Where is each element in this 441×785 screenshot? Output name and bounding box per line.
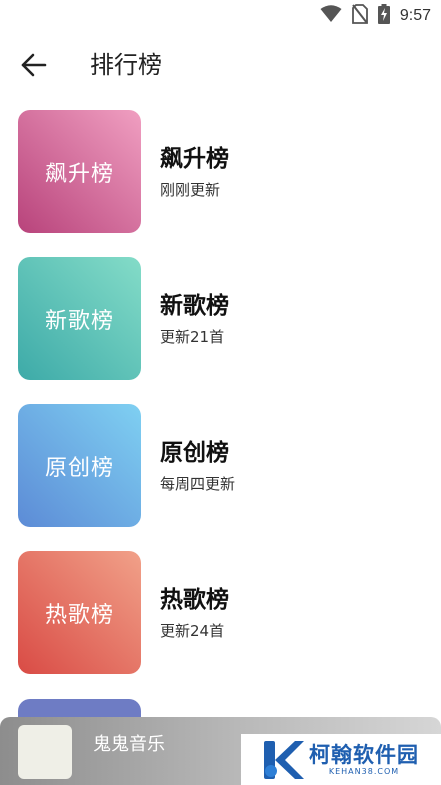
watermark-logo: 柯翰软件园 KEHAN38.COM xyxy=(241,734,441,785)
chart-cover[interactable]: 原创榜 xyxy=(18,404,141,527)
chart-title: 飙升榜 xyxy=(160,146,229,172)
chart-title: 热歌榜 xyxy=(160,587,229,613)
status-icons: 9:57 xyxy=(320,4,431,28)
chart-subtitle: 每周四更新 xyxy=(160,475,236,493)
chart-cover-label: 原创榜 xyxy=(44,455,114,481)
chart-cover-label: 热歌榜 xyxy=(44,602,114,628)
wifi-icon xyxy=(320,5,342,27)
k-logo-icon xyxy=(264,740,304,779)
chart-subtitle: 更新21首 xyxy=(160,328,225,346)
player-album-art[interactable] xyxy=(18,725,72,779)
chart-cover[interactable]: 飙升榜 xyxy=(18,110,141,233)
chart-item-text: 飙升榜 刚刚更新 xyxy=(160,144,229,200)
page-title: 排行榜 xyxy=(90,51,162,79)
chart-title: 原创榜 xyxy=(160,440,229,466)
chart-item-hot-songs[interactable]: 热歌榜 热歌榜 更新24首 xyxy=(0,551,441,698)
chart-cover-label: 新歌榜 xyxy=(44,308,114,334)
chart-subtitle: 刚刚更新 xyxy=(160,181,221,199)
watermark-domain: KEHAN38.COM xyxy=(328,767,400,776)
player-song-title: 鬼鬼音乐 xyxy=(93,734,165,755)
chart-cover[interactable]: 新歌榜 xyxy=(18,257,141,380)
arrow-left-icon xyxy=(21,53,47,77)
back-button[interactable] xyxy=(14,45,54,85)
chart-subtitle: 更新24首 xyxy=(160,622,225,640)
status-bar: 9:57 xyxy=(0,0,441,32)
chart-item-text: 原创榜 每周四更新 xyxy=(160,438,235,494)
watermark-text-group: 柯翰软件园 KEHAN38.COM xyxy=(309,743,419,776)
chart-item-original[interactable]: 原创榜 原创榜 每周四更新 xyxy=(0,404,441,551)
chart-item-new-songs[interactable]: 新歌榜 新歌榜 更新21首 xyxy=(0,257,441,404)
chart-item-text: 热歌榜 更新24首 xyxy=(160,585,229,641)
clock-time: 9:57 xyxy=(399,7,431,24)
chart-cover-label: 飙升榜 xyxy=(44,161,114,187)
chart-item-soaring[interactable]: 飙升榜 飙升榜 刚刚更新 xyxy=(0,110,441,257)
chart-item-text: 新歌榜 更新21首 xyxy=(160,291,229,347)
watermark-text: 柯翰软件园 xyxy=(309,743,419,767)
chart-list: 飙升榜 飙升榜 刚刚更新 新歌榜 新歌榜 更新21首 原创榜 原创榜 每周四更新… xyxy=(0,110,441,698)
no-sim-icon xyxy=(351,4,368,28)
battery-charging-icon xyxy=(377,4,390,28)
chart-title: 新歌榜 xyxy=(160,293,229,319)
chart-cover[interactable]: 热歌榜 xyxy=(18,551,141,674)
app-bar: 排行榜 xyxy=(0,32,441,98)
